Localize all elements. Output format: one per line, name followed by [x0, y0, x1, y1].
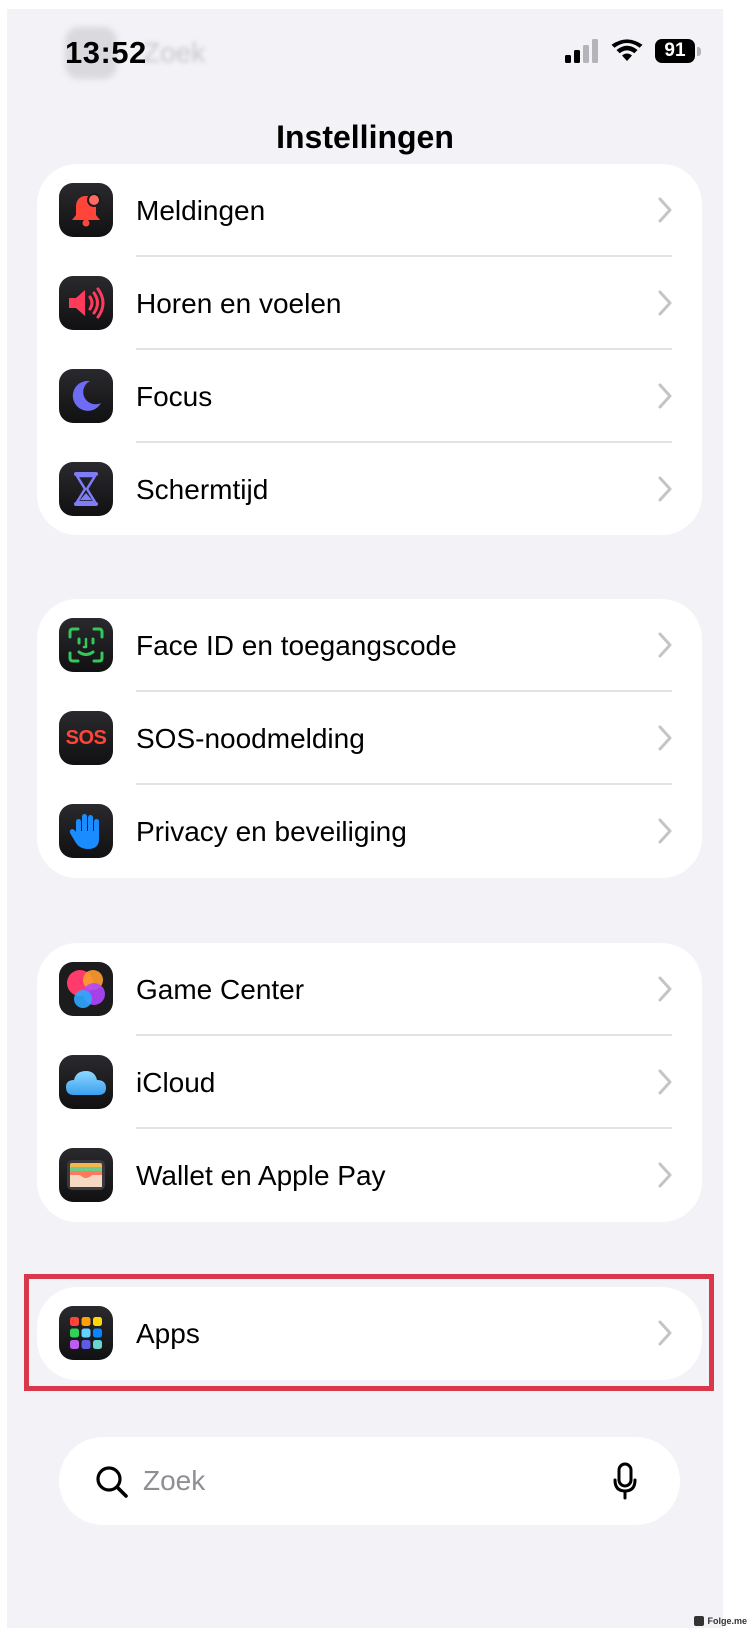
settings-group-1: Meldingen Horen en voelen Focus Schermti…: [37, 164, 702, 535]
settings-row-face-id[interactable]: Face ID en toegangscode: [37, 599, 702, 692]
hourglass-icon: [59, 462, 113, 516]
settings-row-label: Face ID en toegangscode: [136, 630, 457, 661]
cloud-icon: [59, 1055, 113, 1109]
status-time: 13:52: [65, 35, 147, 70]
settings-row-wallet[interactable]: Wallet en Apple Pay: [37, 1129, 702, 1222]
settings-row-privacy[interactable]: Privacy en beveiliging: [37, 785, 702, 878]
speaker-icon: [59, 276, 113, 330]
settings-row-horen-en-voelen[interactable]: Horen en voelen: [37, 257, 702, 350]
settings-group-3: Game Center iCloud Wallet en Apple Pay: [37, 943, 702, 1222]
search-bar[interactable]: [59, 1437, 680, 1525]
settings-row-label: iCloud: [136, 1067, 216, 1098]
settings-row-label: Privacy en beveiliging: [136, 816, 407, 847]
settings-row-meldingen[interactable]: Meldingen: [37, 164, 702, 257]
cellular-signal-icon: [565, 39, 598, 63]
search-icon: [96, 1466, 128, 1498]
battery-level: 91: [655, 39, 695, 63]
settings-row-label: Wallet en Apple Pay: [136, 1160, 386, 1191]
battery-tip: [697, 46, 701, 56]
settings-row-label: Meldingen: [136, 195, 266, 226]
chevron-right-icon: [658, 197, 672, 223]
game-center-icon: [59, 962, 113, 1016]
back-label: Zoek: [143, 37, 206, 68]
chevron-right-icon: [658, 383, 672, 409]
face-id-icon: [59, 618, 113, 672]
sos-icon: SOS: [59, 711, 113, 765]
watermark-text: Folge.me: [707, 1616, 747, 1626]
chevron-right-icon: [658, 476, 672, 502]
notification-bell-icon: [59, 183, 113, 237]
hand-icon: [59, 804, 113, 858]
microphone-icon[interactable]: [612, 1462, 638, 1500]
settings-row-schermtijd[interactable]: Schermtijd: [37, 443, 702, 535]
search-input[interactable]: [143, 1455, 583, 1507]
battery-indicator: 91: [655, 39, 701, 63]
chevron-right-icon: [658, 1069, 672, 1095]
settings-row-icloud[interactable]: iCloud: [37, 1036, 702, 1129]
chevron-right-icon: [658, 976, 672, 1002]
settings-screen: Zoek 13:52 91 Instellingen Meldingen Hor…: [7, 9, 723, 1628]
page-title: Instellingen: [276, 119, 454, 155]
settings-row-game-center[interactable]: Game Center: [37, 943, 702, 1036]
watermark-logo-icon: [694, 1616, 705, 1626]
sos-icon-text: SOS: [65, 726, 107, 749]
moon-icon: [59, 369, 113, 423]
settings-row-label: Game Center: [136, 974, 305, 1005]
settings-row-label: SOS-noodmelding: [136, 723, 365, 754]
chevron-right-icon: [658, 1162, 672, 1188]
status-indicators: 91: [565, 39, 701, 63]
highlight-box: [24, 1274, 714, 1391]
settings-group-2: Face ID en toegangscode SOS SOS-noodmeld…: [37, 599, 702, 878]
settings-row-label: Focus: [136, 381, 213, 412]
settings-row-label: Schermtijd: [136, 474, 269, 505]
settings-row-sos[interactable]: SOS SOS-noodmelding: [37, 692, 702, 785]
chevron-right-icon: [658, 632, 672, 658]
settings-row-focus[interactable]: Focus: [37, 350, 702, 443]
settings-row-label: Horen en voelen: [136, 288, 342, 319]
chevron-right-icon: [658, 725, 672, 751]
wallet-icon: [59, 1148, 113, 1202]
wifi-icon: [611, 39, 643, 61]
chevron-right-icon: [658, 290, 672, 316]
watermark: Folge.me: [694, 1616, 747, 1626]
chevron-right-icon: [658, 818, 672, 844]
